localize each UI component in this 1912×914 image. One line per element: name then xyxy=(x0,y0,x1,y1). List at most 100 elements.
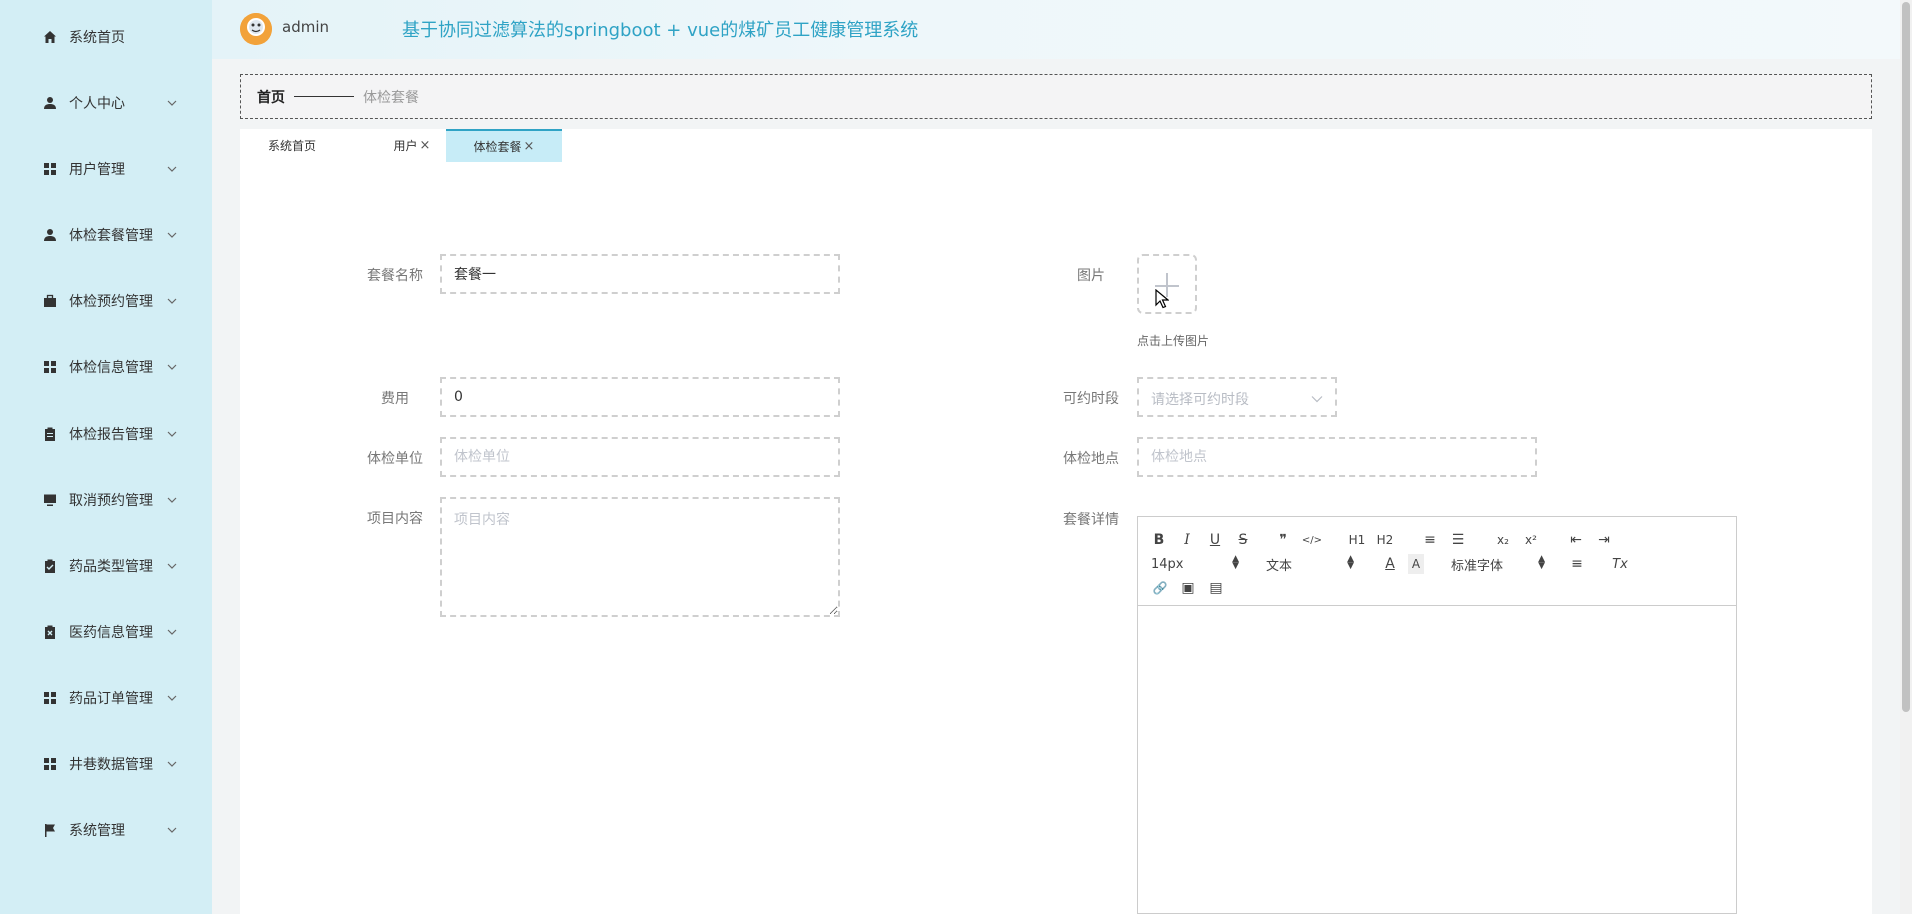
sidebar-item-package-management[interactable]: 体检套餐管理 xyxy=(0,215,212,255)
time-slot-label: 可约时段 xyxy=(1063,391,1119,407)
clear-format-icon[interactable]: Tx xyxy=(1610,554,1630,574)
clipboard-x-icon xyxy=(40,622,60,642)
breadcrumb: 首页 体检套餐 xyxy=(240,74,1872,119)
chevron-down-icon xyxy=(166,494,178,506)
chevron-down-icon xyxy=(166,758,178,770)
sidebar-item-label: 取消预约管理 xyxy=(69,493,153,509)
font-size-value: 14px xyxy=(1151,556,1184,572)
scrollbar-thumb[interactable] xyxy=(1902,2,1910,712)
header-select[interactable]: 文本 ▲ ▼ xyxy=(1266,554,1354,574)
package-name-input[interactable] xyxy=(440,254,840,294)
close-icon[interactable]: × xyxy=(524,139,535,154)
page-scrollbar[interactable] xyxy=(1900,0,1912,914)
chevron-down-icon xyxy=(166,560,178,572)
user-tie-icon xyxy=(40,225,60,245)
upload-hint: 点击上传图片 xyxy=(1137,334,1210,348)
chevron-down-icon xyxy=(166,361,178,373)
briefcase-icon xyxy=(40,291,60,311)
sidebar: 系统首页 个人中心 用户管理 体检套餐管理 体检预约管理 体检信息管理 体检报告… xyxy=(0,0,212,914)
italic-icon[interactable]: I xyxy=(1179,530,1195,550)
sidebar-item-label: 体检套餐管理 xyxy=(69,228,153,244)
sidebar-item-label: 体检报告管理 xyxy=(69,427,153,443)
breadcrumb-home[interactable]: 首页 xyxy=(257,87,285,107)
blockquote-icon[interactable]: ❞ xyxy=(1275,530,1291,550)
video-icon[interactable]: ▤ xyxy=(1207,578,1225,598)
image-label: 图片 xyxy=(1077,268,1105,284)
bold-icon[interactable]: B xyxy=(1151,530,1167,550)
sidebar-item-mine-data-management[interactable]: 井巷数据管理 xyxy=(0,744,212,784)
fee-input[interactable] xyxy=(440,377,840,417)
editor-toolbar: B I U S ❞ </> H1 H2 ≡ ☰ x₂ x² ⇤ ⇥ 14px ▲… xyxy=(1138,517,1736,606)
updown-icon: ▲ ▼ xyxy=(1347,554,1354,571)
sidebar-item-personal-center[interactable]: 个人中心 xyxy=(0,83,212,123)
chevron-down-icon xyxy=(166,692,178,704)
font-family-select[interactable]: 标准字体 ▲ ▼ xyxy=(1451,554,1545,574)
grid-icon xyxy=(40,357,60,377)
sidebar-item-cancel-management[interactable]: 取消预约管理 xyxy=(0,480,212,520)
outdent-icon[interactable]: ⇤ xyxy=(1567,530,1585,550)
grid-icon xyxy=(40,754,60,774)
bullet-list-icon[interactable]: ☰ xyxy=(1449,530,1467,550)
avatar[interactable] xyxy=(240,13,272,45)
sidebar-item-system-management[interactable]: 系统管理 xyxy=(0,810,212,850)
time-slot-select[interactable]: 请选择可约时段 xyxy=(1137,377,1337,417)
location-input[interactable] xyxy=(1137,437,1537,477)
updown-icon: ▲ ▼ xyxy=(1232,554,1239,571)
fee-label: 费用 xyxy=(381,391,409,407)
sidebar-item-exam-info-management[interactable]: 体检信息管理 xyxy=(0,347,212,387)
sidebar-item-home[interactable]: 系统首页 xyxy=(0,17,212,57)
align-icon[interactable]: ≡ xyxy=(1568,554,1586,574)
editor-content-area[interactable] xyxy=(1138,606,1736,913)
tab-user[interactable]: 用户 × xyxy=(372,129,452,162)
chevron-down-icon xyxy=(166,295,178,307)
image-icon[interactable]: ▣ xyxy=(1179,578,1197,598)
items-label: 项目内容 xyxy=(367,511,423,527)
monitor-icon xyxy=(40,490,60,510)
sidebar-item-label: 个人中心 xyxy=(69,96,125,112)
sidebar-item-appointment-management[interactable]: 体检预约管理 xyxy=(0,281,212,321)
sidebar-item-drug-type-management[interactable]: 药品类型管理 xyxy=(0,546,212,586)
h2-icon[interactable]: H2 xyxy=(1375,530,1395,550)
tab-package[interactable]: 体检套餐 × xyxy=(446,129,562,162)
sidebar-item-label: 系统首页 xyxy=(69,30,125,46)
chevron-down-icon xyxy=(166,824,178,836)
flag-icon xyxy=(40,820,60,840)
chevron-down-icon xyxy=(166,229,178,241)
tab-home[interactable]: 系统首页 xyxy=(240,129,344,162)
indent-icon[interactable]: ⇥ xyxy=(1595,530,1613,550)
link-icon[interactable]: 🔗 xyxy=(1151,578,1169,598)
sidebar-item-report-management[interactable]: 体检报告管理 xyxy=(0,414,212,454)
background-color-icon[interactable]: A xyxy=(1408,554,1424,574)
sidebar-item-label: 药品订单管理 xyxy=(69,691,153,707)
sidebar-item-user-management[interactable]: 用户管理 xyxy=(0,149,212,189)
h1-icon[interactable]: H1 xyxy=(1347,530,1367,550)
ordered-list-icon[interactable]: ≡ xyxy=(1421,530,1439,550)
sidebar-item-label: 井巷数据管理 xyxy=(69,757,153,773)
location-label: 体检地点 xyxy=(1063,451,1119,467)
sidebar-item-drug-order-management[interactable]: 药品订单管理 xyxy=(0,678,212,718)
user-name[interactable]: admin xyxy=(282,18,329,36)
system-title: 基于协同过滤算法的springboot + vue的煤矿员工健康管理系统 xyxy=(402,20,919,41)
home-icon xyxy=(40,27,60,47)
items-textarea[interactable] xyxy=(440,497,840,617)
unit-input[interactable] xyxy=(440,437,840,477)
sidebar-item-label: 药品类型管理 xyxy=(69,559,153,575)
select-placeholder: 请选择可约时段 xyxy=(1151,392,1249,408)
underline-icon[interactable]: U xyxy=(1207,530,1223,550)
tab-label: 系统首页 xyxy=(267,139,316,153)
breadcrumb-current: 体检套餐 xyxy=(363,89,419,106)
tab-label: 体检套餐 xyxy=(473,140,522,154)
code-block-icon[interactable]: </> xyxy=(1301,530,1323,550)
sidebar-item-medicine-info-management[interactable]: 医药信息管理 xyxy=(0,612,212,652)
strikethrough-icon[interactable]: S xyxy=(1235,530,1251,550)
unit-label: 体检单位 xyxy=(367,451,423,467)
sidebar-item-label: 系统管理 xyxy=(69,823,125,839)
chevron-down-icon xyxy=(1311,391,1323,407)
close-icon[interactable]: × xyxy=(420,138,431,153)
font-size-select[interactable]: 14px ▲ ▼ xyxy=(1151,554,1239,574)
chevron-down-icon xyxy=(166,626,178,638)
font-color-icon[interactable]: A xyxy=(1382,554,1398,574)
font-family-value: 标准字体 xyxy=(1451,558,1504,574)
subscript-icon[interactable]: x₂ xyxy=(1493,530,1513,550)
superscript-icon[interactable]: x² xyxy=(1521,530,1541,550)
